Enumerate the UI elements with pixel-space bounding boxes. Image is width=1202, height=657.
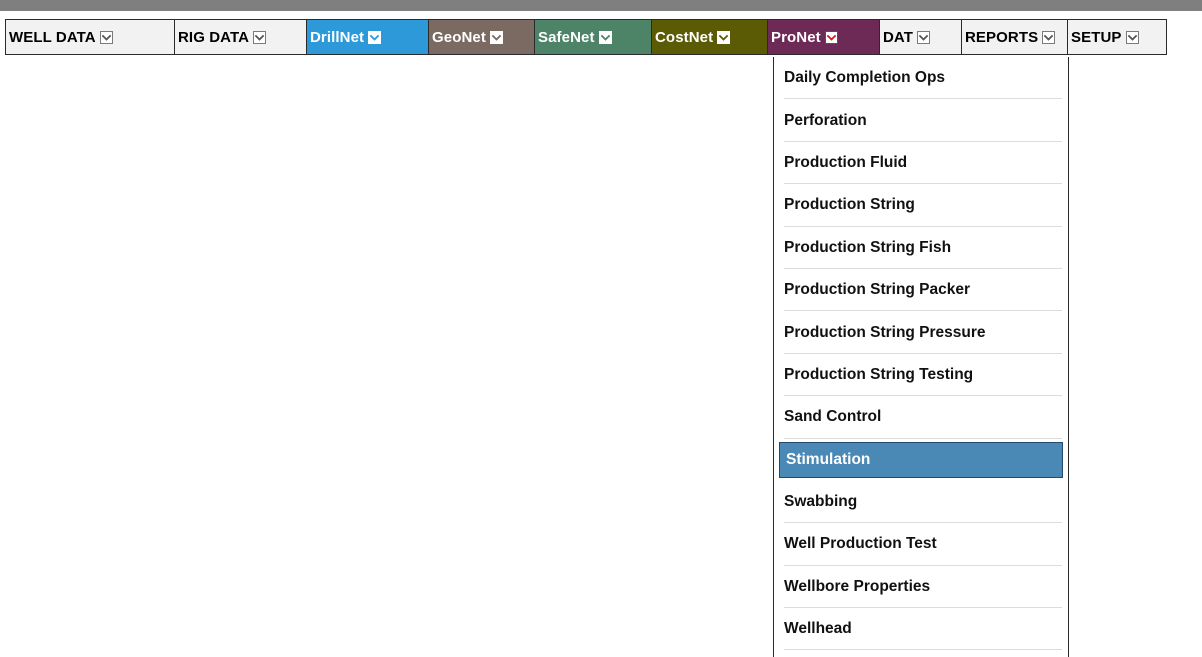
menubar-top-border — [0, 0, 1202, 11]
chevron-down-icon[interactable] — [1125, 30, 1139, 44]
pronet-dropdown-menu: Daily Completion Ops Perforation Productio… — [773, 57, 1069, 657]
dropdown-item-swabbing[interactable]: Swabbing — [774, 481, 1068, 524]
chevron-down-icon[interactable] — [368, 30, 382, 44]
menu-label: GeoNet — [432, 28, 486, 46]
dropdown-item-label: Well Production Test — [784, 535, 937, 553]
dropdown-item-production-string[interactable]: Production String — [774, 184, 1068, 227]
menu-label: CostNet — [655, 28, 714, 46]
menu-label: DrillNet — [310, 28, 365, 46]
dropdown-item-production-string-packer[interactable]: Production String Packer — [774, 269, 1068, 312]
menu-label: WELL DATA — [9, 28, 96, 46]
menu-drillnet[interactable]: DrillNet — [307, 19, 429, 55]
dropdown-item-stimulation[interactable]: Stimulation — [774, 439, 1068, 481]
chevron-down-icon[interactable] — [99, 30, 113, 44]
menu-label: ProNet — [771, 28, 821, 46]
dropdown-item-label: Wellbore Properties — [784, 577, 931, 595]
main-menubar: WELL DATA RIG DATA DrillNet GeoNet SafeNet Co… — [5, 19, 1167, 55]
menu-label: SafeNet — [538, 28, 595, 46]
dropdown-item-production-string-fish[interactable]: Production String Fish — [774, 227, 1068, 270]
menu-well-data[interactable]: WELL DATA — [6, 19, 175, 55]
menu-setup[interactable]: SETUP — [1068, 19, 1167, 55]
chevron-down-icon[interactable] — [717, 30, 731, 44]
dropdown-item-perforation[interactable]: Perforation — [774, 99, 1068, 143]
dropdown-item-label: Stimulation — [786, 450, 871, 468]
chevron-down-icon[interactable] — [1042, 30, 1056, 44]
dropdown-item-label: Daily Completion Ops — [784, 69, 946, 87]
menubar-frame: WELL DATA RIG DATA DrillNet GeoNet SafeNet Co… — [0, 0, 1202, 55]
menu-dat[interactable]: DAT — [880, 19, 962, 55]
dropdown-item-sand-control[interactable]: Sand Control — [774, 396, 1068, 439]
dropdown-item-production-string-pressure[interactable]: Production String Pressure — [774, 311, 1068, 355]
dropdown-item-label: Production String Pressure — [784, 323, 986, 341]
chevron-down-icon[interactable] — [917, 30, 931, 44]
menu-pronet[interactable]: ProNet — [768, 19, 880, 55]
app-page: WELL DATA RIG DATA DrillNet GeoNet SafeNet Co… — [0, 0, 1202, 657]
dropdown-item-label: Wellhead — [784, 620, 852, 638]
dropdown-item-wellhead[interactable]: Wellhead — [774, 608, 1068, 651]
dropdown-item-well-production-test[interactable]: Well Production Test — [774, 523, 1068, 567]
dropdown-item-label: Production String Packer — [784, 281, 971, 299]
dropdown-item-daily-completion-ops[interactable]: Daily Completion Ops — [774, 57, 1068, 100]
chevron-down-icon[interactable] — [824, 30, 838, 44]
chevron-down-icon[interactable] — [489, 30, 503, 44]
menu-label: DAT — [883, 28, 914, 46]
dropdown-item-label: Swabbing — [784, 493, 858, 511]
dropdown-item-production-string-testing[interactable]: Production String Testing — [774, 354, 1068, 397]
menu-costnet[interactable]: CostNet — [652, 19, 768, 55]
menu-label: RIG DATA — [178, 28, 250, 46]
menu-geonet[interactable]: GeoNet — [429, 19, 535, 55]
menu-reports[interactable]: REPORTS — [962, 19, 1068, 55]
dropdown-item-label: Production Fluid — [784, 153, 908, 171]
menu-label: SETUP — [1071, 28, 1122, 46]
menu-label: REPORTS — [965, 28, 1039, 46]
dropdown-item-wellbore-properties[interactable]: Wellbore Properties — [774, 566, 1068, 609]
dropdown-item-label: Production String — [784, 196, 915, 214]
chevron-down-icon[interactable] — [253, 30, 267, 44]
dropdown-item-label: Sand Control — [784, 408, 882, 426]
menu-safenet[interactable]: SafeNet — [535, 19, 652, 55]
dropdown-item-label: Perforation — [784, 111, 867, 129]
chevron-down-icon[interactable] — [598, 30, 612, 44]
dropdown-item-label: Production String Fish — [784, 238, 952, 256]
menu-rig-data[interactable]: RIG DATA — [175, 19, 307, 55]
dropdown-item-production-fluid[interactable]: Production Fluid — [774, 142, 1068, 185]
dropdown-item-label: Production String Testing — [784, 365, 974, 383]
